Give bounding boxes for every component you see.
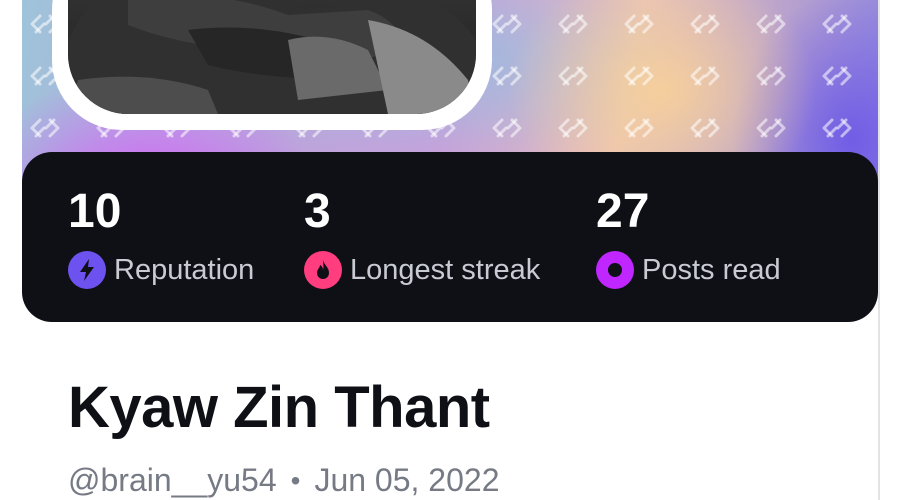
- profile-meta: @brain__yu54 • Jun 05, 2022: [68, 462, 499, 499]
- stat-value: 10: [68, 185, 122, 238]
- username: @brain__yu54: [68, 462, 277, 498]
- bolt-icon: [68, 251, 106, 289]
- stat-label: Posts read: [642, 253, 781, 286]
- profile-name: Kyaw Zin Thant: [68, 375, 490, 440]
- stat-label: Reputation: [114, 253, 255, 286]
- meta-separator: •: [290, 464, 301, 496]
- join-date: Jun 05, 2022: [314, 462, 500, 498]
- avatar: [68, 0, 476, 114]
- stat-value: 27: [596, 185, 650, 238]
- ring-icon: [596, 251, 634, 289]
- flame-icon: [304, 251, 342, 289]
- stat-value: 3: [304, 185, 331, 238]
- stat-label: Longest streak: [350, 253, 541, 286]
- profile-card: 10 Reputation 3 Longest streak 27 Posts …: [22, 0, 880, 500]
- avatar-photo-illustration: [68, 0, 476, 114]
- stats-panel: 10 Reputation 3 Longest streak 27 Posts …: [22, 152, 878, 322]
- avatar-frame[interactable]: [52, 0, 492, 130]
